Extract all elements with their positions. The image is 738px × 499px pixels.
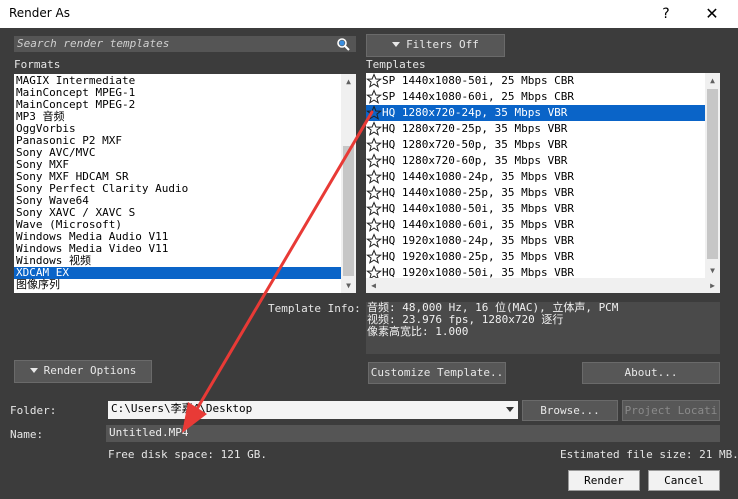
template-item-label: HQ 1280x720-60p, 35 Mbps VBR: [382, 154, 568, 167]
scroll-down-icon[interactable]: ▼: [341, 278, 356, 293]
formats-scroll-thumb[interactable]: [343, 146, 354, 276]
star-outline-icon[interactable]: [366, 105, 382, 121]
star-outline-icon[interactable]: [366, 73, 382, 89]
template-item-label: HQ 1280x720-50p, 35 Mbps VBR: [382, 138, 568, 151]
template-item-label: HQ 1440x1080-60i, 35 Mbps VBR: [382, 218, 575, 231]
browse-button[interactable]: Browse...: [522, 400, 618, 421]
star-outline-icon[interactable]: [366, 233, 382, 249]
formats-label: Formats: [14, 58, 61, 71]
render-options-label: Render Options: [43, 364, 137, 377]
template-item-label: HQ 1280x720-24p, 35 Mbps VBR: [382, 106, 568, 119]
template-item-label: SP 1440x1080-50i, 25 Mbps CBR: [382, 74, 575, 87]
filters-button[interactable]: Filters Off: [366, 34, 505, 57]
cancel-button[interactable]: Cancel: [648, 470, 720, 491]
about-button[interactable]: About...: [582, 362, 720, 384]
scroll-left-icon[interactable]: ◀: [366, 278, 381, 293]
template-item[interactable]: HQ 1440x1080-50i, 35 Mbps VBR: [366, 201, 705, 217]
estimated-file-size: Estimated file size: 21 MB.: [560, 448, 738, 461]
template-item[interactable]: HQ 1920x1080-25p, 35 Mbps VBR: [366, 249, 705, 265]
name-label: Name:: [10, 428, 44, 441]
template-item-label: HQ 1440x1080-50i, 35 Mbps VBR: [382, 202, 575, 215]
template-item-label: HQ 1920x1080-25p, 35 Mbps VBR: [382, 250, 575, 263]
title-bar: Render As ? ✕: [0, 0, 738, 28]
render-button[interactable]: Render: [568, 470, 640, 491]
template-item-label: HQ 1440x1080-25p, 35 Mbps VBR: [382, 186, 575, 199]
scroll-down-icon[interactable]: ▼: [705, 263, 720, 278]
template-item[interactable]: HQ 1280x720-25p, 35 Mbps VBR: [366, 121, 705, 137]
template-item-label: HQ 1920x1080-24p, 35 Mbps VBR: [382, 234, 575, 247]
templates-hscrollbar[interactable]: ◀ ▶: [366, 278, 720, 293]
star-outline-icon[interactable]: [366, 185, 382, 201]
star-outline-icon[interactable]: [366, 121, 382, 137]
template-item-label: HQ 1280x720-25p, 35 Mbps VBR: [382, 122, 568, 135]
template-item[interactable]: HQ 1440x1080-25p, 35 Mbps VBR: [366, 185, 705, 201]
format-item[interactable]: XDCAM EX: [14, 267, 341, 279]
templates-list[interactable]: SP 1440x1080-50i, 25 Mbps CBR SP 1440x108…: [366, 73, 720, 293]
star-outline-icon[interactable]: [366, 169, 382, 185]
folder-label: Folder:: [10, 404, 57, 417]
customize-template-button[interactable]: Customize Template..: [368, 362, 506, 384]
free-disk-space: Free disk space: 121 GB.: [108, 448, 267, 461]
search-templates-input[interactable]: Search render templates: [14, 36, 356, 52]
chevron-down-icon: [29, 367, 38, 373]
filters-button-label: Filters Off: [406, 38, 479, 51]
template-item[interactable]: HQ 1440x1080-24p, 35 Mbps VBR: [366, 169, 705, 185]
format-item[interactable]: 图像序列: [14, 279, 341, 291]
star-outline-icon[interactable]: [366, 201, 382, 217]
star-outline-icon[interactable]: [366, 137, 382, 153]
name-value: Untitled.MP4: [109, 426, 189, 439]
scroll-right-icon[interactable]: ▶: [705, 278, 720, 293]
close-icon[interactable]: ✕: [700, 3, 724, 25]
magnifier-icon[interactable]: [336, 37, 350, 51]
star-outline-icon[interactable]: [366, 217, 382, 233]
help-icon[interactable]: ?: [656, 3, 676, 25]
star-outline-icon[interactable]: [366, 153, 382, 169]
templates-scrollbar[interactable]: ▲ ▼: [705, 73, 720, 278]
template-item[interactable]: HQ 1440x1080-60i, 35 Mbps VBR: [366, 217, 705, 233]
chevron-down-icon: [392, 41, 401, 47]
template-item[interactable]: HQ 1280x720-24p, 35 Mbps VBR: [366, 105, 705, 121]
template-item-label: HQ 1440x1080-24p, 35 Mbps VBR: [382, 170, 575, 183]
template-item[interactable]: HQ 1280x720-50p, 35 Mbps VBR: [366, 137, 705, 153]
formats-list[interactable]: MAGIX Intermediate MainConcept MPEG-1 Main…: [14, 74, 356, 293]
star-outline-icon[interactable]: [366, 249, 382, 265]
template-item[interactable]: HQ 1920x1080-24p, 35 Mbps VBR: [366, 233, 705, 249]
template-item-label: SP 1440x1080-60i, 25 Mbps CBR: [382, 90, 575, 103]
window-title: Render As: [9, 6, 70, 20]
folder-value: C:\Users\李嘉4\Desktop: [111, 402, 253, 415]
folder-combobox[interactable]: C:\Users\李嘉4\Desktop: [108, 401, 518, 419]
template-item[interactable]: SP 1440x1080-50i, 25 Mbps CBR: [366, 73, 705, 89]
search-placeholder: Search render templates: [17, 37, 170, 50]
template-item[interactable]: HQ 1280x720-60p, 35 Mbps VBR: [366, 153, 705, 169]
scroll-up-icon[interactable]: ▲: [341, 74, 356, 89]
star-outline-icon[interactable]: [366, 89, 382, 105]
template-info-box: 音频: 48,000 Hz, 16 位(MAC), 立体声, PCM 视频: 2…: [366, 302, 720, 354]
template-item[interactable]: SP 1440x1080-60i, 25 Mbps CBR: [366, 89, 705, 105]
dropdown-arrow-icon[interactable]: [506, 407, 514, 412]
render-options-button[interactable]: Render Options: [14, 360, 152, 383]
scroll-up-icon[interactable]: ▲: [705, 73, 720, 88]
templates-label: Templates: [366, 58, 426, 71]
template-info-line: 像素高宽比: 1.000: [367, 325, 469, 338]
name-input[interactable]: Untitled.MP4: [106, 425, 720, 442]
templates-scroll-thumb[interactable]: [707, 89, 718, 259]
formats-scrollbar[interactable]: ▲ ▼: [341, 74, 356, 293]
template-info-label: Template Info:: [268, 302, 361, 315]
project-location-button: Project Locati: [622, 400, 720, 421]
